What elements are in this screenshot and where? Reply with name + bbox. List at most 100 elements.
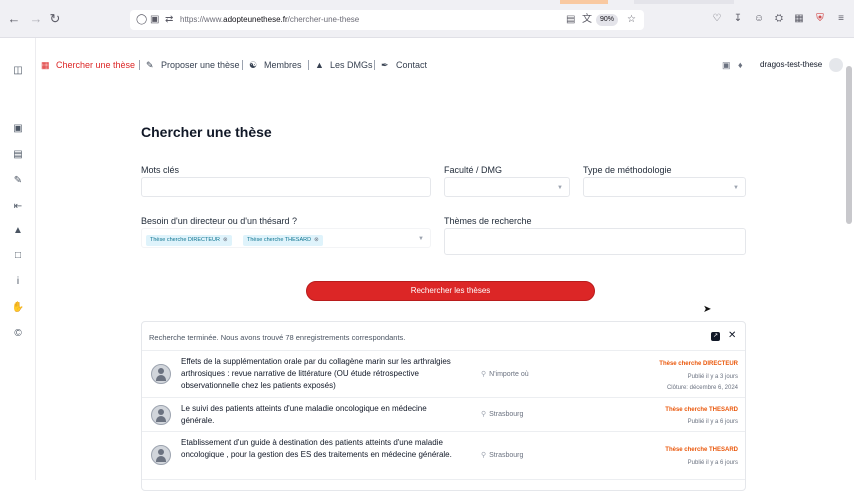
keywords-input[interactable]: [141, 177, 431, 197]
location-pin-icon: ⚲: [481, 371, 487, 378]
translate-icon[interactable]: 文: [582, 13, 592, 27]
tag-director[interactable]: Thèse cherche DIRECTEUR ⊗: [146, 235, 232, 246]
download-icon[interactable]: ↧: [731, 12, 745, 26]
pencil-icon: ✎: [146, 60, 154, 70]
nav-label: Les DMGs: [330, 60, 373, 70]
url-text[interactable]: https://www.adopteunethese.fr/chercher-u…: [180, 14, 359, 26]
nav-label: Contact: [396, 60, 428, 70]
nav-item-chercher[interactable]: ▦ Chercher une thèse: [41, 59, 135, 71]
avatar[interactable]: [829, 58, 843, 72]
close-icon[interactable]: ✕: [728, 330, 736, 342]
page-scrollbar[interactable]: [846, 66, 852, 224]
top-navigation: ▦ Chercher une thèse ✎ Proposer une thèse …: [36, 38, 854, 92]
extension-icon[interactable]: ▦: [792, 12, 806, 26]
user-name[interactable]: dragos-test-these: [760, 60, 822, 70]
document-icon[interactable]: ▤: [11, 148, 25, 162]
page-title: Chercher une thèse: [141, 124, 272, 140]
status-badge: Thèse cherche DIRECTEUR: [659, 361, 738, 367]
reload-icon[interactable]: ↻: [47, 11, 63, 27]
faculty-label: Faculté / DMG: [444, 165, 503, 175]
nav-item-proposer[interactable]: ✎ Proposer une thèse: [146, 59, 240, 71]
zoom-level[interactable]: 90%: [596, 14, 619, 26]
need-multiselect[interactable]: Thèse cherche DIRECTEUR ⊗ Thèse cherche T…: [141, 228, 431, 248]
status-badge: Thèse cherche THESARD: [665, 407, 738, 413]
row-closing: Clôture: décembre 6, 2024: [666, 385, 738, 391]
nav-separator: [242, 60, 243, 70]
chat-icon[interactable]: □: [11, 249, 25, 263]
row-published: Publié il y a 6 jours: [687, 419, 738, 425]
browser-tab[interactable]: [634, 0, 734, 4]
row-published: Publié il y a 3 jours: [687, 374, 738, 380]
themes-input[interactable]: [444, 228, 746, 255]
lock-icon[interactable]: ▣: [150, 13, 159, 27]
row-location: ⚲ N'importe où: [481, 370, 529, 380]
tag-label: Thèse cherche DIRECTEUR: [150, 237, 220, 243]
reader-view-icon[interactable]: ▤: [566, 13, 575, 27]
app-left-rail: ◫ ▣ ▤ ✎ ⇤ ▲ □ i ✋ ©: [0, 38, 36, 480]
methodology-select[interactable]: ▼: [583, 177, 746, 197]
browser-tab[interactable]: [560, 0, 608, 4]
shield-icon[interactable]: ◯: [136, 13, 147, 27]
results-panel: Recherche terminée. Nous avons trouvé 78…: [141, 321, 746, 491]
search-button[interactable]: Rechercher les thèses: [306, 281, 595, 301]
location-pin-icon: ⚲: [481, 452, 487, 459]
row-location: ⚲ Strasbourg: [481, 451, 523, 461]
permissions-icon[interactable]: ⇄: [165, 13, 173, 27]
need-label: Besoin d'un directeur ou d'un thésard ?: [141, 216, 298, 226]
bookmark-star-icon[interactable]: ☆: [627, 13, 636, 27]
url-scheme: https://www.: [180, 15, 224, 24]
nav-label: Proposer une thèse: [161, 60, 240, 70]
edit-icon[interactable]: ✎: [11, 174, 25, 188]
avatar: [151, 405, 171, 425]
inbox-icon[interactable]: ▣: [722, 60, 731, 70]
keywords-label: Mots clés: [141, 165, 180, 175]
tag-label: Thèse cherche THESARD: [247, 237, 312, 243]
account-icon[interactable]: ☺: [752, 12, 766, 26]
table-row[interactable]: Le suivi des patients atteints d'une mal…: [142, 398, 745, 432]
bell-icon[interactable]: ♦: [738, 60, 743, 70]
url-bar[interactable]: ◯ ▣ ⇄ https://www.adopteunethese.fr/cher…: [130, 10, 644, 30]
row-published: Publié il y a 6 jours: [687, 460, 738, 466]
row-title[interactable]: Etablissement d'un guide à destination d…: [181, 437, 456, 461]
status-badge: Thèse cherche THESARD: [665, 447, 738, 453]
back-icon[interactable]: ←: [6, 11, 22, 27]
forward-icon[interactable]: →: [28, 11, 44, 27]
graduation-cap-icon: ▲: [315, 60, 324, 70]
copyright-icon[interactable]: ©: [11, 327, 25, 341]
table-row[interactable]: Etablissement d'un guide à destination d…: [142, 432, 745, 480]
dashboard-icon[interactable]: ▣: [11, 122, 25, 136]
results-header: Recherche terminée. Nous avons trouvé 78…: [142, 322, 745, 351]
table-row[interactable]: Effets de la supplémentation orale par d…: [142, 351, 745, 398]
export-icon[interactable]: ↗: [711, 332, 720, 341]
remove-tag-icon[interactable]: ⊗: [314, 235, 319, 246]
faculty-select[interactable]: ▼: [444, 177, 570, 197]
chevron-down-icon: ▼: [418, 236, 424, 242]
row-location-text: N'importe où: [489, 371, 529, 378]
nav-item-contact[interactable]: ✒ Contact: [381, 59, 427, 71]
chevron-down-icon: ▼: [733, 185, 739, 191]
row-title[interactable]: Effets de la supplémentation orale par d…: [181, 356, 456, 392]
nav-label: Chercher une thèse: [56, 60, 136, 70]
nav-separator: [374, 60, 375, 70]
library-icon: ▦: [41, 60, 50, 70]
sidebar-toggle-icon[interactable]: ◫: [11, 64, 25, 78]
ublock-icon[interactable]: ⛨: [813, 12, 827, 26]
pocket-icon[interactable]: ♡: [710, 12, 724, 26]
row-location-text: Strasbourg: [489, 452, 524, 459]
nav-item-membres[interactable]: ☯ Membres: [249, 59, 302, 71]
remove-tag-icon[interactable]: ⊗: [223, 235, 228, 246]
login-icon[interactable]: ⇤: [11, 200, 25, 214]
hand-icon[interactable]: ✋: [11, 301, 25, 315]
tag-thesard[interactable]: Thèse cherche THESARD ⊗: [243, 235, 323, 246]
nav-item-dmgs[interactable]: ▲ Les DMGs: [315, 59, 373, 71]
menu-icon[interactable]: ≡: [834, 12, 848, 26]
extensions-icon[interactable]: ⛭: [772, 12, 786, 26]
info-icon[interactable]: i: [11, 275, 25, 289]
row-title[interactable]: Le suivi des patients atteints d'une mal…: [181, 403, 456, 427]
graduation-cap-icon[interactable]: ▲: [11, 224, 25, 238]
browser-toolbar: ← → ↻ ◯ ▣ ⇄ https://www.adopteunethese.f…: [0, 0, 854, 38]
row-location-text: Strasbourg: [489, 411, 524, 418]
nav-label: Membres: [264, 60, 302, 70]
themes-label: Thèmes de recherche: [444, 216, 532, 226]
avatar: [151, 364, 171, 384]
